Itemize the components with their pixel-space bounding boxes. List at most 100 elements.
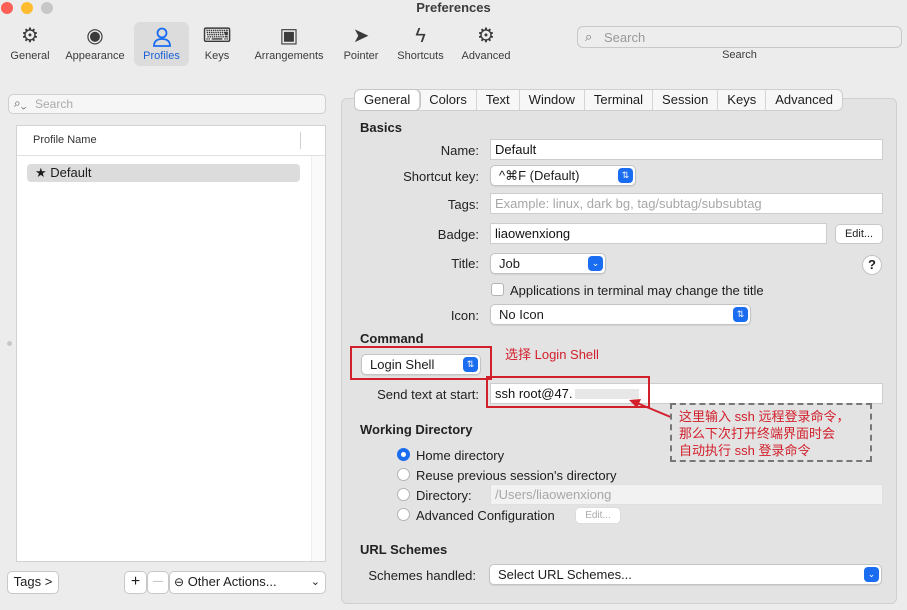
tab-terminal[interactable]: Terminal <box>585 90 654 110</box>
reuse-directory-label: Reuse previous session's directory <box>416 468 617 483</box>
chevron-down-icon: ⌄ <box>588 256 603 271</box>
bolt-icon: ϟ <box>415 25 426 47</box>
icon-label: Icon: <box>450 308 479 323</box>
toolbar-search-input[interactable]: ⌕ Search <box>577 26 902 48</box>
search-label: Search <box>722 49 757 61</box>
shortcut-key-value: ^⌘F (Default) <box>499 168 580 183</box>
tab-text[interactable]: Text <box>477 90 520 110</box>
star-icon: ★ <box>35 165 47 180</box>
tags-field[interactable]: Example: linux, dark bg, tag/subtag/subs… <box>490 193 883 214</box>
tags-label: Tags: <box>447 197 479 212</box>
advanced-configuration-radio[interactable] <box>397 508 410 521</box>
annotation-callout-ssh: 这里输入 ssh 远程登录命令， 那么下次打开终端界面时会 自动执行 ssh 登… <box>670 403 872 462</box>
column-divider <box>300 132 301 149</box>
url-schemes-heading: URL Schemes <box>360 542 448 557</box>
title-value: Job <box>499 256 520 271</box>
annotation-select-login-shell: 选择 Login Shell <box>505 347 599 362</box>
name-field[interactable]: Default <box>490 139 883 160</box>
toolbar-shortcuts[interactable]: ϟ Shortcuts <box>393 22 448 66</box>
remove-profile-button[interactable]: — <box>147 571 169 594</box>
shortcut-key-label: Shortcut key: <box>403 169 479 184</box>
icon-value: No Icon <box>499 307 544 322</box>
badge-edit-button[interactable]: Edit... <box>835 224 883 244</box>
toolbar-label: General <box>10 50 50 62</box>
toolbar-advanced[interactable]: ⚙ Advanced <box>458 22 514 66</box>
url-schemes-select[interactable]: Select URL Schemes... ⌄ <box>489 564 882 585</box>
profile-row-default[interactable]: ★ Default <box>27 164 300 182</box>
annotation-line-2: 那么下次打开终端界面时会 <box>679 426 836 441</box>
tab-general[interactable]: General <box>355 90 421 110</box>
column-header-profile-name: Profile Name <box>33 134 97 146</box>
toolbar-label: Keys <box>204 50 230 62</box>
gears-icon: ⚙ <box>477 25 495 47</box>
annotation-line-1: 这里输入 ssh 远程登录命令， <box>679 409 850 424</box>
basics-heading: Basics <box>360 120 402 135</box>
url-schemes-value: Select URL Schemes... <box>498 567 632 582</box>
tab-keys[interactable]: Keys <box>718 90 767 110</box>
apps-change-title-label: Applications in terminal may change the … <box>510 283 764 298</box>
toolbar-pointer[interactable]: ➤ Pointer <box>338 22 384 66</box>
profile-search-input[interactable]: ⌕⌄ Search <box>8 94 326 114</box>
shortcut-key-select[interactable]: ^⌘F (Default) ⇅ <box>490 165 636 186</box>
add-profile-button[interactable]: + <box>124 571 147 594</box>
home-directory-radio[interactable] <box>397 448 410 461</box>
toolbar-label: Advanced <box>461 50 511 62</box>
chevron-down-icon: ⌄ <box>864 567 879 582</box>
tab-window[interactable]: Window <box>520 90 585 110</box>
search-icon: ⌕⌄ <box>14 96 27 110</box>
profile-list-header[interactable]: Profile Name <box>17 126 325 156</box>
other-actions-label: Other Actions... <box>187 574 277 589</box>
profile-search-placeholder: Search <box>35 97 74 111</box>
profile-list: Profile Name ★ Default <box>16 125 326 562</box>
tab-colors[interactable]: Colors <box>420 90 477 110</box>
cursor-icon: ➤ <box>352 25 370 47</box>
toolbar-label: Appearance <box>65 50 125 62</box>
annotation-box-login-shell <box>350 346 492 380</box>
help-button[interactable]: ? <box>862 255 882 275</box>
toolbar-appearance[interactable]: ◉ Appearance <box>60 22 130 66</box>
stepper-arrows-icon: ⇅ <box>618 168 633 183</box>
split-handle[interactable] <box>7 341 12 346</box>
directory-radio[interactable] <box>397 488 410 501</box>
title-label: Title: <box>451 256 479 271</box>
tags-button[interactable]: Tags > <box>7 571 59 594</box>
reuse-directory-radio[interactable] <box>397 468 410 481</box>
schemes-handled-label: Schemes handled: <box>368 568 476 583</box>
more-icon: ⊖ <box>174 575 185 589</box>
search-icon: ⌕ <box>585 29 593 44</box>
send-text-label: Send text at start: <box>377 387 479 402</box>
toolbar-general[interactable]: ⚙ General <box>4 22 56 66</box>
toolbar-arrangements[interactable]: ▣ Arrangements <box>249 22 329 66</box>
badge-label: Badge: <box>437 227 479 242</box>
eye-icon: ◉ <box>86 25 104 47</box>
name-label: Name: <box>440 143 479 158</box>
tab-advanced[interactable]: Advanced <box>766 90 842 110</box>
keyboard-icon: ⌨ <box>202 25 232 47</box>
toolbar-label: Arrangements <box>254 50 324 62</box>
toolbar-label: Profiles <box>143 50 180 62</box>
icon-select[interactable]: No Icon ⇅ <box>490 304 751 325</box>
person-icon <box>134 22 189 50</box>
advanced-configuration-label: Advanced Configuration <box>416 508 555 523</box>
toolbar-label: Shortcuts <box>397 50 444 62</box>
annotation-line-3: 自动执行 ssh 登录命令 <box>679 443 811 458</box>
search-placeholder: Search <box>604 30 646 45</box>
chevron-down-icon: ⌄ <box>310 576 320 588</box>
badge-field[interactable]: liaowenxiong <box>490 223 827 244</box>
directory-label: Directory: <box>416 488 472 503</box>
advanced-configuration-edit-button[interactable]: Edit... <box>575 507 621 524</box>
directory-field[interactable]: /Users/liaowenxiong <box>490 484 883 505</box>
tab-session[interactable]: Session <box>653 90 719 110</box>
other-actions-button[interactable]: ⊖ Other Actions... ⌄ <box>169 571 326 594</box>
stepper-arrows-icon: ⇅ <box>733 307 748 322</box>
toolbar-profiles[interactable]: Profiles <box>134 22 189 66</box>
toolbar-keys[interactable]: ⌨ Keys <box>196 22 238 66</box>
gear-icon: ⚙ <box>21 25 39 47</box>
profile-list-scrollbar[interactable] <box>311 156 325 561</box>
profile-name: Default <box>50 165 92 180</box>
apps-change-title-checkbox[interactable] <box>491 283 504 296</box>
profile-tabs: General Colors Text Window Terminal Sess… <box>354 89 844 111</box>
title-select[interactable]: Job ⌄ <box>490 253 606 274</box>
command-heading: Command <box>360 331 424 346</box>
toolbar-label: Pointer <box>343 50 379 62</box>
